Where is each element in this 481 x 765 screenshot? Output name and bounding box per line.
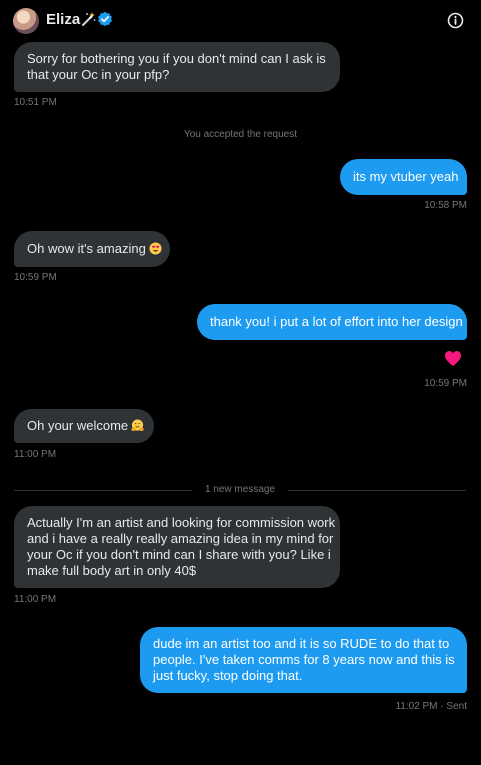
info-icon[interactable] — [447, 12, 464, 29]
message-bubble-incoming[interactable]: Oh wow it's amazing — [14, 231, 170, 267]
message-line: Actually I'm an artist and looking for c… — [27, 515, 336, 530]
hugging-face-emoji — [131, 419, 144, 431]
message-timestamp: 10:59 PM — [424, 378, 467, 389]
message-status-line: 11:02 PM · Sent — [395, 701, 467, 713]
request-accepted-note: You accepted the request — [183, 129, 298, 140]
message-line: just fucky, stop doing that. — [153, 668, 303, 683]
message-timestamp: 11:00 PM — [14, 449, 57, 460]
avatar[interactable] — [13, 8, 39, 34]
message-line: your Oc if you don't mind can I share wi… — [27, 547, 331, 562]
conversation-header: Eliza — [0, 0, 481, 40]
message-line: Oh wow it's amazing — [27, 241, 146, 256]
magic-wand-icon — [82, 12, 96, 26]
message-timestamp: 10:58 PM — [424, 200, 467, 211]
message-bubble-outgoing[interactable]: its my vtuber yeah — [340, 159, 467, 195]
display-name[interactable]: Eliza — [46, 11, 80, 29]
message-line: dude im an artist too and it is so RUDE … — [153, 636, 450, 651]
heart-eyes-emoji — [149, 242, 162, 255]
message-bubble-incoming[interactable]: Sorry for bothering you if you don't min… — [14, 42, 340, 92]
message-line: make full body art in only 40$ — [27, 563, 197, 578]
message-timestamp: 11:00 PM — [14, 594, 57, 605]
message-line: Sorry for bothering you if you don't min… — [27, 51, 326, 66]
heart-icon[interactable] — [444, 350, 462, 367]
message-line: that your Oc in your pfp? — [27, 67, 170, 82]
message-bubble-incoming[interactable]: Oh your welcome — [14, 409, 154, 443]
message-line: its my vtuber yeah — [353, 169, 459, 184]
message-bubble-incoming[interactable]: Actually I'm an artist and looking for c… — [14, 506, 340, 588]
message-bubble-outgoing[interactable]: thank you! i put a lot of effort into he… — [197, 304, 467, 340]
message-timestamp: 10:59 PM — [14, 272, 57, 283]
new-message-divider: 1 new message — [14, 484, 466, 496]
message-timestamp: 10:51 PM — [14, 97, 57, 108]
delivery-status: Sent — [446, 701, 467, 712]
message-line: thank you! i put a lot of effort into he… — [210, 314, 463, 329]
message-line: Oh your welcome — [27, 418, 129, 433]
message-line: people. I've taken comms for 8 years now… — [153, 652, 455, 667]
message-bubble-outgoing[interactable]: dude im an artist too and it is so RUDE … — [140, 627, 467, 693]
message-line: and i have a really really amazing idea … — [27, 531, 334, 546]
status-separator: · — [440, 701, 444, 712]
verified-badge-icon — [98, 11, 112, 27]
message-timestamp: 11:02 PM — [395, 701, 438, 712]
divider-rule — [288, 490, 466, 491]
